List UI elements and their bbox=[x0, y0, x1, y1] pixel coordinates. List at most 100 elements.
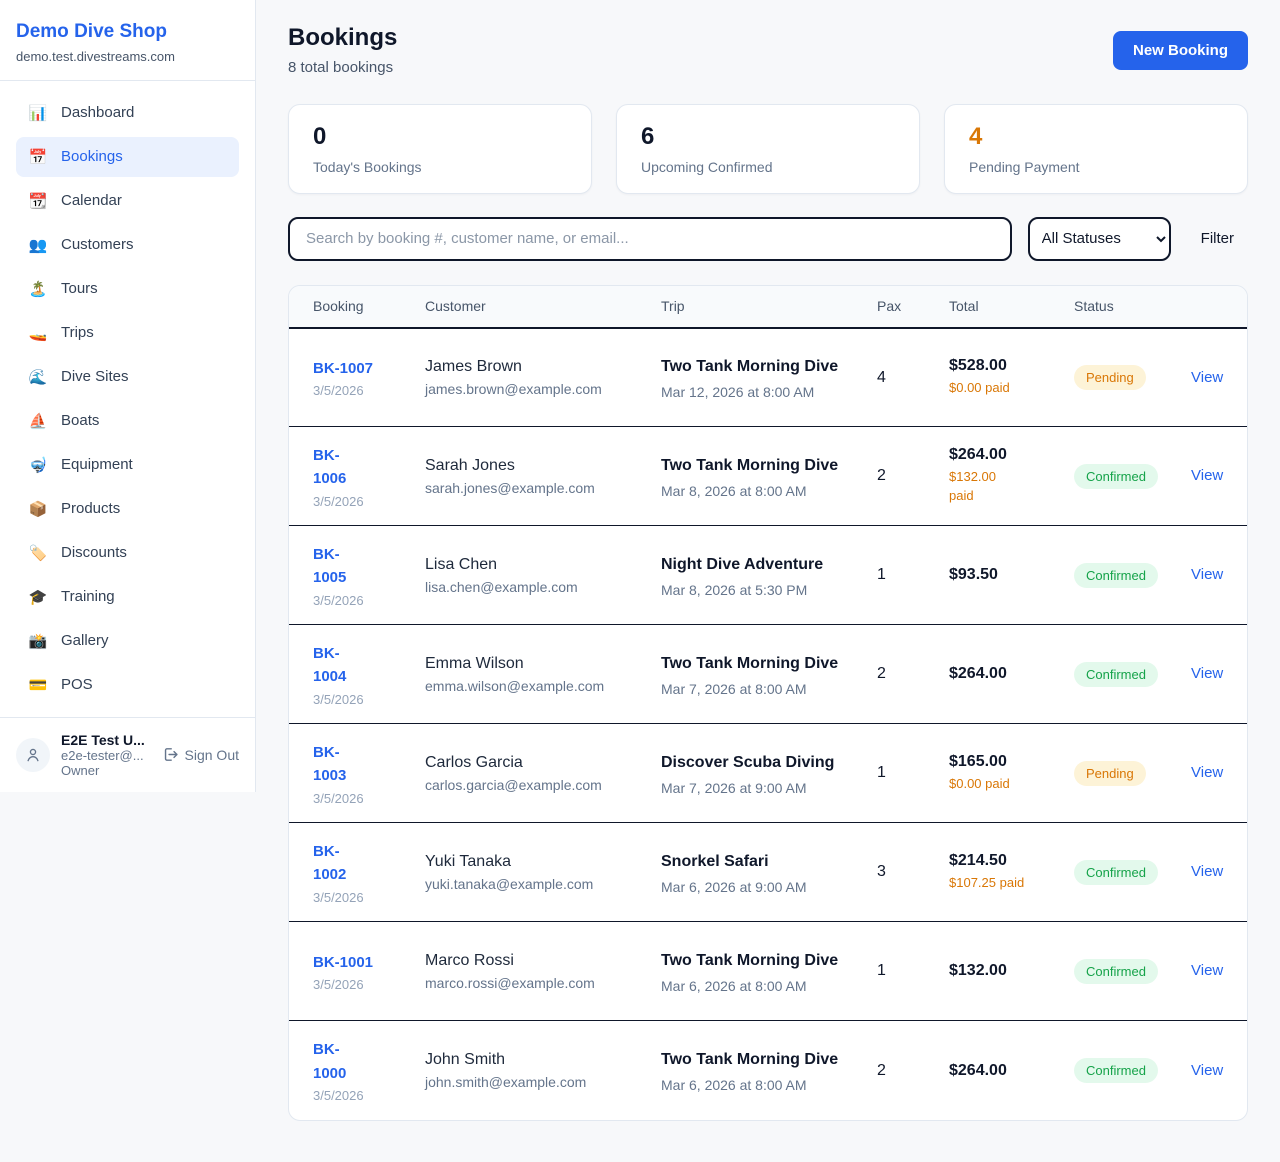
stat-card-upcoming-confirmed: 6Upcoming Confirmed bbox=[616, 104, 920, 194]
search-input[interactable] bbox=[288, 217, 1012, 261]
total-amount: $264.00 bbox=[949, 665, 1058, 683]
sidebar-item-customers[interactable]: 👥 Customers bbox=[16, 225, 239, 265]
paid-amount: $0.00 paid bbox=[949, 379, 1039, 398]
customer-name: Emma Wilson bbox=[425, 655, 645, 673]
sidebar: Demo Dive Shop demo.test.divestreams.com… bbox=[0, 0, 256, 792]
booking-number-link[interactable]: BK-1005 bbox=[313, 543, 346, 590]
page-header: Bookings 8 total bookings New Booking bbox=[288, 24, 1248, 76]
sidebar-item-label: Discounts bbox=[61, 544, 127, 561]
sidebar-item-label: POS bbox=[61, 676, 93, 693]
stat-label: Pending Payment bbox=[969, 159, 1223, 175]
sidebar-item-dive-sites[interactable]: 🌊 Dive Sites bbox=[16, 357, 239, 397]
trip-datetime: Mar 6, 2026 at 9:00 AM bbox=[661, 879, 861, 895]
view-link[interactable]: View bbox=[1191, 369, 1223, 386]
view-link[interactable]: View bbox=[1191, 467, 1223, 484]
customer-name: Carlos Garcia bbox=[425, 754, 645, 772]
pax-count: 1 bbox=[877, 724, 949, 823]
sidebar-item-boats[interactable]: ⛵ Boats bbox=[16, 401, 239, 441]
customer-email: sarah.jones@example.com bbox=[425, 480, 645, 496]
sidebar-item-training[interactable]: 🎓 Training bbox=[16, 577, 239, 617]
total-amount: $165.00 bbox=[949, 753, 1058, 771]
page-subtitle: 8 total bookings bbox=[288, 59, 397, 76]
booking-number-link[interactable]: BK-1003 bbox=[313, 741, 346, 788]
sidebar-item-label: Customers bbox=[61, 236, 134, 253]
view-link[interactable]: View bbox=[1191, 566, 1223, 583]
wave-icon: 🌊 bbox=[28, 368, 48, 386]
booking-date: 3/5/2026 bbox=[313, 791, 409, 806]
stat-value: 0 bbox=[313, 123, 567, 152]
trip-name: Discover Scuba Diving bbox=[661, 751, 839, 775]
sidebar-item-tours[interactable]: 🏝️ Tours bbox=[16, 269, 239, 309]
booking-date: 3/5/2026 bbox=[313, 1088, 409, 1103]
sidebar-item-bookings[interactable]: 📅 Bookings bbox=[16, 137, 239, 177]
booking-number-link[interactable]: BK-1002 bbox=[313, 840, 346, 887]
booking-date: 3/5/2026 bbox=[313, 977, 409, 992]
stat-value: 6 bbox=[641, 123, 895, 152]
paid-amount: $132.00paid bbox=[949, 468, 1039, 506]
logout-icon bbox=[162, 746, 179, 763]
view-link[interactable]: View bbox=[1191, 962, 1223, 979]
total-amount: $93.50 bbox=[949, 566, 1058, 584]
booking-number-link[interactable]: BK-1004 bbox=[313, 642, 346, 689]
calendar-date-icon: 📅 bbox=[28, 148, 48, 166]
pax-count: 2 bbox=[877, 625, 949, 724]
user-block: E2E Test U... e2e-tester@... Owner Sign … bbox=[0, 718, 255, 792]
sidebar-item-discounts[interactable]: 🏷️ Discounts bbox=[16, 533, 239, 573]
sidebar-item-label: Equipment bbox=[61, 456, 133, 473]
status-badge: Confirmed bbox=[1074, 464, 1158, 489]
sign-out-button[interactable]: Sign Out bbox=[162, 746, 239, 763]
status-badge: Pending bbox=[1074, 365, 1146, 390]
view-link[interactable]: View bbox=[1191, 665, 1223, 682]
column-header-pax: Pax bbox=[877, 286, 949, 328]
sidebar-item-label: Trips bbox=[61, 324, 94, 341]
package-icon: 📦 bbox=[28, 500, 48, 518]
total-amount: $214.50 bbox=[949, 852, 1058, 870]
trip-name: Two Tank Morning Dive bbox=[661, 1048, 839, 1072]
status-badge: Confirmed bbox=[1074, 1058, 1158, 1083]
bar-chart-icon: 📊 bbox=[28, 104, 48, 122]
booking-number-link[interactable]: BK-1007 bbox=[313, 357, 373, 380]
sidebar-item-gallery[interactable]: 📸 Gallery bbox=[16, 621, 239, 661]
table-row: BK-1007 3/5/2026 James Brown james.brown… bbox=[289, 328, 1247, 427]
avatar bbox=[16, 738, 50, 772]
view-link[interactable]: View bbox=[1191, 863, 1223, 880]
booking-number-link[interactable]: BK-1001 bbox=[313, 951, 373, 974]
sidebar-item-label: Gallery bbox=[61, 632, 109, 649]
booking-number-link[interactable]: BK-1006 bbox=[313, 444, 346, 491]
status-select[interactable]: All Statuses bbox=[1028, 217, 1171, 261]
pax-count: 3 bbox=[877, 823, 949, 922]
sidebar-item-products[interactable]: 📦 Products bbox=[16, 489, 239, 529]
new-booking-button[interactable]: New Booking bbox=[1113, 31, 1248, 70]
booking-number-link[interactable]: BK-1000 bbox=[313, 1038, 346, 1085]
user-meta: E2E Test U... e2e-tester@... Owner bbox=[61, 732, 151, 778]
sidebar-item-label: Calendar bbox=[61, 192, 122, 209]
table-row: BK-1001 3/5/2026 Marco Rossi marco.rossi… bbox=[289, 922, 1247, 1021]
customer-email: emma.wilson@example.com bbox=[425, 678, 645, 694]
view-link[interactable]: View bbox=[1191, 764, 1223, 781]
sidebar-item-calendar[interactable]: 📆 Calendar bbox=[16, 181, 239, 221]
island-icon: 🏝️ bbox=[28, 280, 48, 298]
pax-count: 2 bbox=[877, 427, 949, 526]
trip-datetime: Mar 6, 2026 at 8:00 AM bbox=[661, 978, 861, 994]
stats-row: 0Today's Bookings6Upcoming Confirmed4Pen… bbox=[288, 104, 1248, 194]
user-name: E2E Test U... bbox=[61, 732, 151, 748]
customer-email: marco.rossi@example.com bbox=[425, 975, 645, 991]
trip-name: Two Tank Morning Dive bbox=[661, 454, 839, 478]
calendar-icon: 📆 bbox=[28, 192, 48, 210]
sidebar-item-dashboard[interactable]: 📊 Dashboard bbox=[16, 93, 239, 133]
sidebar-item-trips[interactable]: 🚤 Trips bbox=[16, 313, 239, 353]
brand-block: Demo Dive Shop demo.test.divestreams.com bbox=[0, 0, 255, 81]
column-header-status: Status bbox=[1074, 286, 1191, 328]
trip-datetime: Mar 7, 2026 at 8:00 AM bbox=[661, 681, 861, 697]
sidebar-item-pos[interactable]: 💳 POS bbox=[16, 665, 239, 705]
trip-datetime: Mar 8, 2026 at 8:00 AM bbox=[661, 483, 861, 499]
view-link[interactable]: View bbox=[1191, 1062, 1223, 1079]
status-badge: Confirmed bbox=[1074, 563, 1158, 588]
filter-button[interactable]: Filter bbox=[1187, 230, 1248, 247]
sidebar-item-equipment[interactable]: 🤿 Equipment bbox=[16, 445, 239, 485]
customer-email: john.smith@example.com bbox=[425, 1074, 645, 1090]
status-badge: Confirmed bbox=[1074, 860, 1158, 885]
column-header-trip: Trip bbox=[661, 286, 877, 328]
sidebar-item-label: Bookings bbox=[61, 148, 123, 165]
customer-name: Marco Rossi bbox=[425, 952, 645, 970]
